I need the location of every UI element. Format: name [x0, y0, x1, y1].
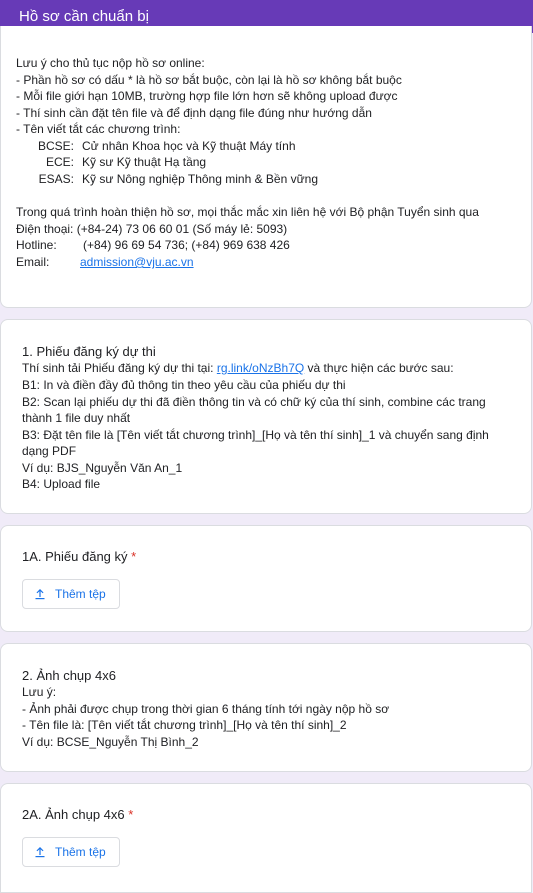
section2-title: 2. Ảnh chụp 4x6 [22, 668, 116, 683]
intro-note-line: - Phần hồ sơ có dấu * là hồ sơ bắt buộc,… [16, 73, 402, 87]
upload-icon [35, 589, 45, 600]
program-row: BCSE: Cử nhân Khoa học và Kỹ thuật Máy t… [16, 138, 296, 155]
program-name: Kỹ sư Nông nghiệp Thông minh & Bền vững [82, 172, 318, 186]
contact-email: Email: admission@vju.ac.vn [16, 254, 194, 271]
add-file-button[interactable]: Thêm tệp [22, 579, 120, 609]
description-card: Lưu ý cho thủ tục nộp hồ sơ online: - Ph… [0, 26, 532, 308]
step-line: thành 1 file duy nhất [22, 411, 131, 425]
program-name: Kỹ sư Kỹ thuật Hạ tầng [82, 155, 207, 169]
step-line: B3: Đặt tên file là [Tên viết tắt chương… [22, 428, 489, 442]
step-line: B4: Upload file [22, 477, 101, 491]
download-text-after: và thực hiện các bước sau: [307, 361, 454, 375]
program-row: ECE: Kỹ sư Kỹ thuật Hạ tầng [16, 154, 206, 171]
question-title-text: 2A. Ảnh chụp 4x6 [22, 807, 125, 822]
hotline-value: (+84) 96 69 54 736; (+84) 969 638 426 [83, 238, 290, 252]
section2-note-line: - Tên file là: [Tên viết tắt chương trìn… [22, 718, 347, 732]
hotline-label: Hotline: [16, 238, 57, 252]
step-line: B1: In và điền đầy đủ thông tin theo yêu… [22, 378, 346, 392]
question-1a-card: 1A. Phiếu đăng ký * Thêm tệp [0, 525, 532, 632]
phone-value: (+84-24) 73 06 60 01 (Số máy lẻ: 5093) [76, 222, 288, 236]
step-line: B2: Scan lại phiếu dự thi đã điền thông … [22, 395, 486, 409]
question-1a-title: 1A. Phiếu đăng ký * [22, 548, 136, 565]
intro-note-title: Lưu ý cho thủ tục nộp hồ sơ online: [16, 56, 205, 70]
program-name: Cử nhân Khoa học và Kỹ thuật Máy tính [82, 139, 296, 153]
intro-note-line: - Thí sinh cần đặt tên file và để định d… [16, 106, 372, 120]
program-code: ESAS: [38, 172, 74, 186]
contact-hotline: Hotline: (+84) 96 69 54 736; (+84) 969 63… [16, 237, 290, 254]
download-link[interactable]: rg.link/oNzBh7Q [217, 361, 304, 375]
section1-download-line: Thí sinh tải Phiếu đăng ký dự thi tại: r… [22, 360, 454, 377]
program-row: ESAS: Kỹ sư Nông nghiệp Thông minh & Bền… [16, 171, 318, 188]
section1-title: 1. Phiếu đăng ký dự thi [22, 344, 156, 359]
add-file-label: Thêm tệp [55, 845, 106, 859]
section-header-title: Hồ sơ cần chuẩn bị [19, 8, 149, 25]
phone-label: Điện thoại: [16, 222, 74, 236]
contact-phone: Điện thoại: (+84-24) 73 06 60 01 (Số máy… [16, 221, 287, 238]
contact-intro: Trong quá trình hoàn thiện hồ sơ, mọi th… [16, 205, 479, 219]
email-link[interactable]: admission@vju.ac.vn [80, 255, 194, 269]
email-label: Email: [16, 255, 50, 269]
add-file-label: Thêm tệp [55, 587, 106, 601]
section1-card: 1. Phiếu đăng ký dự thi Thí sinh tải Phi… [0, 319, 532, 514]
section2-note-line: Ví dụ: BCSE_Nguyễn Thị Bình_2 [22, 735, 199, 749]
intro-note-line: - Tên viết tắt các chương trình: [16, 122, 181, 136]
intro-note-line: - Mỗi file giới hạn 10MB, trường hợp fil… [16, 89, 398, 103]
step-line: dạng PDF [22, 444, 77, 458]
program-code: BCSE: [37, 139, 74, 153]
question-2a-title: 2A. Ảnh chụp 4x6 * [22, 806, 133, 823]
required-asterisk: * [131, 549, 137, 564]
add-file-button[interactable]: Thêm tệp [22, 837, 120, 867]
upload-icon [35, 847, 45, 858]
section2-note-line: - Ảnh phải được chụp trong thời gian 6 t… [22, 702, 390, 716]
question-title-text: 1A. Phiếu đăng ký [22, 549, 128, 564]
program-code: ECE: [45, 155, 74, 169]
step-line: Ví dụ: BJS_Nguyễn Văn An_1 [22, 461, 183, 475]
required-asterisk: * [128, 807, 134, 822]
download-text: Thí sinh tải Phiếu đăng ký dự thi tại: [22, 361, 214, 375]
section2-card: 2. Ảnh chụp 4x6 Lưu ý: - Ảnh phải được c… [0, 643, 532, 772]
section2-note-line: Lưu ý: [22, 685, 57, 699]
question-2a-card: 2A. Ảnh chụp 4x6 * Thêm tệp [0, 783, 532, 893]
